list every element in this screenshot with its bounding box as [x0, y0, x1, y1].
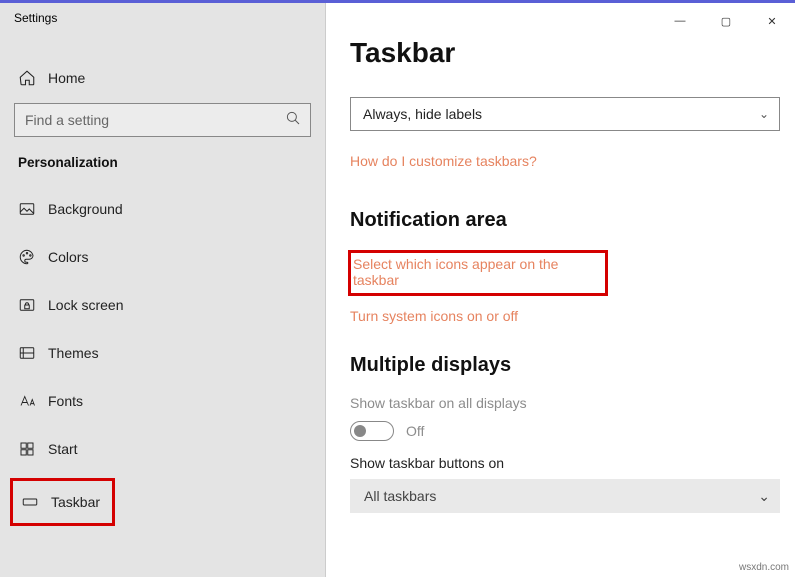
sidebar-section-heading: Personalization	[0, 155, 325, 170]
palette-icon	[18, 248, 48, 266]
search-input-container[interactable]	[14, 103, 311, 137]
show-all-displays-label: Show taskbar on all displays	[326, 395, 795, 411]
sidebar-item-label: Themes	[48, 345, 99, 361]
sidebar-item-taskbar[interactable]: Taskbar	[13, 481, 112, 523]
page-title: Taskbar	[326, 37, 795, 69]
image-icon	[18, 200, 48, 218]
select-icons-link[interactable]: Select which icons appear on the taskbar	[353, 256, 603, 288]
notification-area-heading: Notification area	[326, 209, 795, 232]
watermark: wsxdn.com	[739, 562, 789, 573]
show-buttons-dropdown[interactable]: All taskbars ⌄	[350, 479, 780, 513]
lockscreen-icon	[18, 296, 48, 314]
sidebar-item-start[interactable]: Start	[0, 428, 325, 470]
combine-buttons-dropdown[interactable]: Always, hide labels ⌄	[350, 97, 780, 131]
sidebar-item-label: Colors	[48, 249, 88, 265]
search-input[interactable]	[25, 112, 284, 128]
sidebar-item-background[interactable]: Background	[0, 188, 325, 230]
sidebar-item-label: Start	[48, 441, 78, 457]
window-caption: Settings	[0, 3, 325, 33]
highlight-select-icons: Select which icons appear on the taskbar	[348, 250, 608, 296]
sidebar-pane: Settings Home Personalization Backgro	[0, 3, 326, 577]
taskbar-icon	[21, 493, 51, 511]
fonts-icon	[18, 392, 48, 410]
sidebar-item-label: Lock screen	[48, 297, 123, 313]
main-pane: — ▢ ✕ Taskbar Always, hide labels ⌄ How …	[326, 3, 795, 577]
window-controls: — ▢ ✕	[657, 6, 795, 36]
toggle-state-label: Off	[406, 423, 424, 439]
search-icon	[284, 109, 302, 132]
sidebar-item-label: Fonts	[48, 393, 83, 409]
show-buttons-on-label: Show taskbar buttons on	[326, 455, 795, 471]
close-button[interactable]: ✕	[749, 6, 795, 36]
themes-icon	[18, 344, 48, 362]
system-icons-link[interactable]: Turn system icons on or off	[326, 308, 518, 324]
maximize-button[interactable]: ▢	[703, 6, 749, 36]
app-title: Settings	[0, 11, 325, 25]
chevron-down-icon: ⌄	[759, 107, 769, 121]
start-icon	[18, 440, 48, 458]
multiple-displays-heading: Multiple displays	[326, 354, 795, 377]
nav-home[interactable]: Home	[0, 57, 325, 99]
customize-taskbars-link[interactable]: How do I customize taskbars?	[326, 153, 537, 169]
sidebar-item-themes[interactable]: Themes	[0, 332, 325, 374]
highlight-sidebar-taskbar: Taskbar	[10, 478, 115, 526]
sidebar-item-lockscreen[interactable]: Lock screen	[0, 284, 325, 326]
show-all-displays-toggle[interactable]	[350, 421, 394, 441]
home-icon	[18, 69, 48, 87]
sidebar-item-label: Taskbar	[51, 494, 100, 510]
nav-home-label: Home	[48, 70, 85, 86]
dropdown-value: All taskbars	[364, 488, 436, 504]
sidebar-item-colors[interactable]: Colors	[0, 236, 325, 278]
sidebar-item-fonts[interactable]: Fonts	[0, 380, 325, 422]
dropdown-value: Always, hide labels	[363, 106, 482, 122]
chevron-down-icon: ⌄	[758, 488, 770, 505]
sidebar-item-label: Background	[48, 201, 123, 217]
minimize-button[interactable]: —	[657, 6, 703, 36]
